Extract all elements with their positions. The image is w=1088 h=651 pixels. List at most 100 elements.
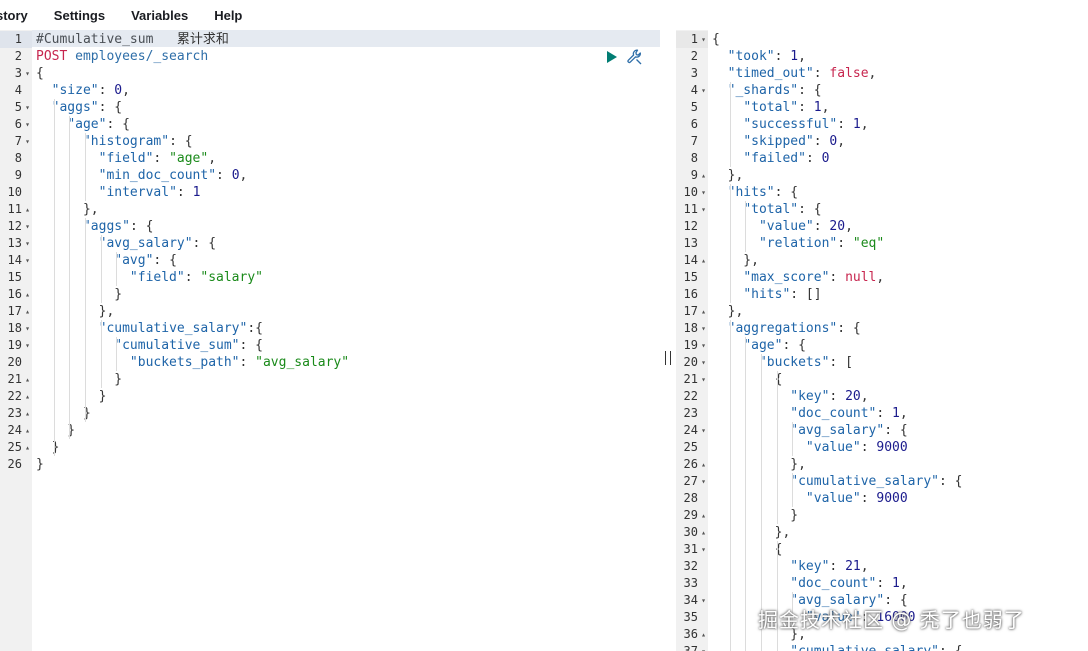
request-token: :	[216, 168, 232, 183]
request-editor[interactable]: 1234567891011121314151617181920212223242…	[0, 30, 660, 651]
request-line-number[interactable]: 11	[0, 201, 32, 218]
request-line-number[interactable]: 17	[0, 303, 32, 320]
request-line-number[interactable]: 3	[0, 65, 32, 82]
response-token	[712, 355, 759, 370]
request-token: }	[36, 440, 60, 455]
response-token	[712, 270, 743, 285]
response-line-number[interactable]: 36	[676, 626, 708, 643]
response-token: ,	[845, 219, 853, 234]
response-line-number[interactable]: 9	[676, 167, 708, 184]
request-line-number[interactable]: 7	[0, 133, 32, 150]
request-code-line: {	[36, 65, 44, 82]
request-line-number[interactable]: 25	[0, 439, 32, 456]
response-line-number[interactable]: 17	[676, 303, 708, 320]
response-token	[712, 151, 743, 166]
request-token	[36, 83, 52, 98]
response-line-number[interactable]: 19	[676, 337, 708, 354]
response-line-number[interactable]: 20	[676, 354, 708, 371]
response-line-number[interactable]: 18	[676, 320, 708, 337]
response-line-number: 33	[683, 576, 698, 590]
response-token: :	[813, 134, 830, 149]
response-token	[712, 66, 728, 81]
response-line-number[interactable]: 10	[676, 184, 708, 201]
response-token: {	[712, 542, 783, 557]
request-code-area[interactable]: #Cumulative_sum 累计求和 POST employees/_sear…	[32, 30, 660, 651]
request-token	[36, 253, 114, 268]
request-token: :	[153, 151, 170, 166]
response-line-number[interactable]: 14	[676, 252, 708, 269]
request-line-number[interactable]: 21	[0, 371, 32, 388]
play-icon[interactable]	[606, 50, 618, 64]
request-code-line: },	[36, 201, 99, 218]
request-line-number[interactable]: 18	[0, 320, 32, 337]
request-line-number: 2	[14, 49, 22, 63]
response-token	[712, 338, 743, 353]
request-code-line: "avg": {	[36, 252, 177, 269]
pane-divider[interactable]	[660, 30, 676, 651]
divider-grip-icon[interactable]	[665, 351, 671, 365]
request-line-number[interactable]: 23	[0, 405, 32, 422]
response-token: :	[813, 66, 830, 81]
response-token: : {	[782, 338, 806, 353]
request-indent-guide	[100, 235, 102, 303]
response-line-number[interactable]: 31	[676, 541, 708, 558]
menu-settings[interactable]: Settings	[54, 8, 105, 23]
request-line-number[interactable]: 5	[0, 99, 32, 116]
request-token: 1	[192, 185, 201, 200]
response-line-number[interactable]: 4	[676, 82, 708, 99]
response-token: "aggregations"	[727, 321, 838, 336]
response-line-number[interactable]: 21	[676, 371, 708, 388]
request-token: "avg_salary"	[98, 236, 193, 251]
request-token: 0	[231, 168, 240, 183]
request-token: : {	[98, 100, 123, 115]
response-token: :	[860, 440, 877, 455]
response-line-number[interactable]: 11	[676, 201, 708, 218]
request-token: {	[36, 66, 44, 81]
response-token: :	[876, 576, 893, 591]
request-line-number[interactable]: 14	[0, 252, 32, 269]
request-code-line: }	[36, 439, 60, 456]
request-line-number[interactable]: 22	[0, 388, 32, 405]
response-line-number[interactable]: 30	[676, 524, 708, 541]
response-line-number[interactable]: 37	[676, 643, 708, 651]
request-indent-guide	[69, 116, 71, 439]
response-line-number[interactable]: 34	[676, 592, 708, 609]
menu-history[interactable]: story	[0, 8, 28, 23]
response-token: ,	[899, 406, 908, 421]
response-line-number[interactable]: 29	[676, 507, 708, 524]
response-code-line: "cumulative_salary": {	[712, 473, 962, 490]
response-token: :	[837, 117, 853, 132]
request-line-number[interactable]: 19	[0, 337, 32, 354]
response-token: "avg_salary"	[790, 423, 885, 438]
response-line-number[interactable]: 26	[676, 456, 708, 473]
response-code-line: "doc_count": 1,	[712, 575, 907, 592]
response-code-line: "hits": {	[712, 184, 798, 201]
response-code-line: },	[712, 524, 791, 541]
response-code-line: {	[712, 31, 720, 48]
request-line-number[interactable]: 24	[0, 422, 32, 439]
response-line-number[interactable]: 1	[676, 31, 708, 48]
response-token: 20	[845, 389, 861, 404]
wrench-icon[interactable]	[626, 48, 644, 66]
response-indent-guide	[776, 541, 778, 651]
menu-variables[interactable]: Variables	[131, 8, 188, 23]
response-line-number[interactable]: 27	[676, 473, 708, 490]
request-token: "aggs"	[51, 100, 99, 115]
request-line-number[interactable]: 16	[0, 286, 32, 303]
request-line-number[interactable]: 12	[0, 218, 32, 235]
response-line-number[interactable]: 24	[676, 422, 708, 439]
request-line-number[interactable]: 6	[0, 116, 32, 133]
response-code-line: "aggregations": {	[712, 320, 861, 337]
response-token: 20	[829, 219, 846, 234]
response-token: : []	[790, 287, 822, 302]
menu-help[interactable]: Help	[214, 8, 242, 23]
response-token	[712, 219, 759, 234]
request-code-line: "avg_salary": {	[36, 235, 216, 252]
request-token	[36, 134, 83, 149]
request-token	[36, 117, 67, 132]
request-token	[36, 321, 99, 336]
request-token	[36, 219, 83, 234]
request-token: 累计求和	[176, 32, 229, 47]
request-line-number[interactable]: 13	[0, 235, 32, 252]
request-token: }	[36, 372, 123, 387]
